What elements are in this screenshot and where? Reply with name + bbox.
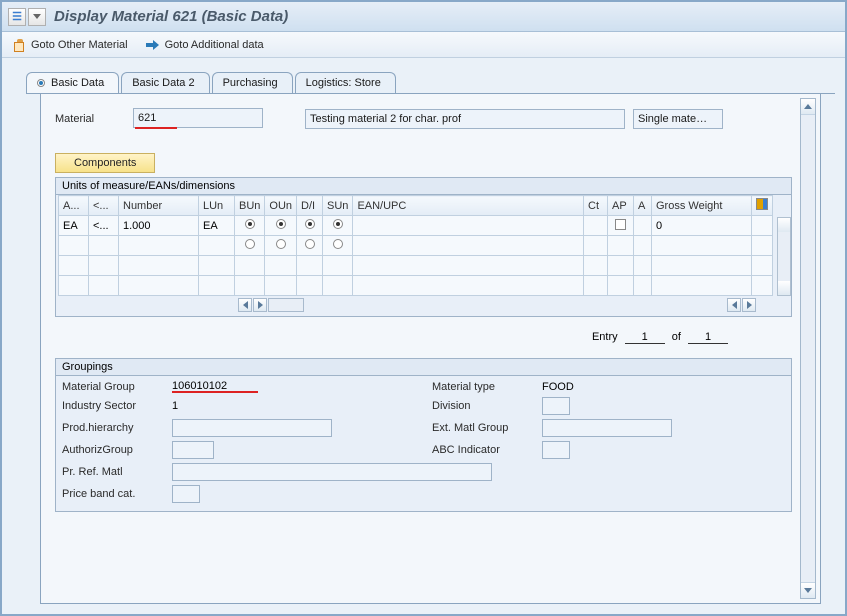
col-gross[interactable]: Gross Weight [652, 196, 752, 216]
authoriz-group-field[interactable] [172, 441, 214, 459]
uom-table: A... <... Number LUn BUn OUn D/I SUn EAN… [58, 195, 773, 296]
scroll-right-end-icon[interactable] [742, 298, 756, 312]
table-vertical-scrollbar[interactable] [777, 217, 791, 296]
col-oun[interactable]: OUn [265, 196, 297, 216]
price-band-cat-label: Price band cat. [62, 488, 172, 500]
table-horizontal-scrollbar [58, 298, 773, 312]
cell-number[interactable]: 1.000 [119, 216, 199, 236]
abc-indicator-field[interactable] [542, 441, 570, 459]
table-row[interactable]: EA <... 1.000 EA [59, 216, 773, 236]
uom-groupbox-title: Units of measure/EANs/dimensions [56, 178, 791, 195]
cell-gross[interactable]: 0 [652, 216, 752, 236]
division-label: Division [432, 400, 542, 412]
pr-ref-matl-field[interactable] [172, 463, 492, 481]
abc-indicator-label: ABC Indicator [432, 444, 542, 456]
entry-current: 1 [625, 331, 665, 344]
scroll-down-icon[interactable] [801, 582, 815, 598]
goto-other-material-button[interactable]: Goto Other Material [12, 38, 128, 52]
cell-ct[interactable] [584, 216, 608, 236]
prod-hierarchy-label: Prod.hierarchy [62, 422, 172, 434]
col-config[interactable] [752, 196, 773, 216]
material-description-field[interactable]: Testing material 2 for char. prof [305, 109, 625, 129]
panel-vertical-scrollbar[interactable] [800, 98, 816, 599]
material-header-row: Material 621 Testing material 2 for char… [55, 108, 792, 129]
col-a[interactable]: A... [59, 196, 89, 216]
col-lun[interactable]: LUn [199, 196, 235, 216]
col-di[interactable]: D/I [297, 196, 323, 216]
material-group-label: Material Group [62, 381, 172, 393]
price-band-cat-field[interactable] [172, 485, 200, 503]
col-sun[interactable]: SUn [323, 196, 353, 216]
cell-ean[interactable] [353, 216, 584, 236]
industry-sector-value: 1 [172, 400, 372, 412]
cell-sun[interactable] [323, 216, 353, 236]
folder-icon [12, 38, 26, 52]
material-mode-field[interactable]: Single mate… [633, 109, 723, 129]
scroll-left-end-icon[interactable] [727, 298, 741, 312]
tab-logistics-store[interactable]: Logistics: Store [295, 72, 396, 93]
components-button[interactable]: Components [55, 153, 155, 173]
material-type-label: Material type [432, 381, 542, 393]
col-bun[interactable]: BUn [235, 196, 265, 216]
entry-total: 1 [688, 331, 728, 344]
cell-bun[interactable] [235, 216, 265, 236]
cell-lt[interactable]: <... [89, 216, 119, 236]
uom-groupbox: Units of measure/EANs/dimensions A... <.… [55, 177, 792, 317]
col-number[interactable]: Number [119, 196, 199, 216]
sap-menu-icon[interactable]: ☰ [8, 8, 26, 26]
goto-additional-data-button[interactable]: Goto Additional data [146, 39, 264, 51]
industry-sector-label: Industry Sector [62, 400, 172, 412]
cell-oun[interactable] [265, 216, 297, 236]
arrow-right-icon [146, 39, 160, 51]
material-label: Material [55, 113, 125, 125]
system-icons: ☰ [8, 8, 46, 26]
cell-aflag[interactable] [634, 216, 652, 236]
scroll-down-icon[interactable] [778, 281, 790, 295]
tab-basic-data[interactable]: Basic Data [26, 72, 119, 93]
col-ct[interactable]: Ct [584, 196, 608, 216]
division-field[interactable] [542, 397, 570, 415]
material-group-value: 106010102 [172, 380, 227, 392]
cell-di[interactable] [297, 216, 323, 236]
app-window: ☰ Display Material 621 (Basic Data) Goto… [0, 0, 847, 616]
scroll-track[interactable] [268, 298, 304, 312]
scroll-right-icon[interactable] [253, 298, 267, 312]
window-title: Display Material 621 (Basic Data) [54, 8, 288, 25]
cell-lun[interactable]: EA [199, 216, 235, 236]
table-row[interactable] [59, 276, 773, 296]
pr-ref-matl-label: Pr. Ref. Matl [62, 466, 172, 478]
cell-a[interactable]: EA [59, 216, 89, 236]
ext-matl-group-field[interactable] [542, 419, 672, 437]
highlight-underline [135, 127, 177, 129]
table-row[interactable] [59, 236, 773, 256]
cell-ap[interactable] [608, 216, 634, 236]
dropdown-icon[interactable] [28, 8, 46, 26]
col-lt[interactable]: <... [89, 196, 119, 216]
tab-content: Material 621 Testing material 2 for char… [40, 94, 821, 604]
app-toolbar: Goto Other Material Goto Additional data [2, 32, 845, 58]
groupings-title: Groupings [56, 359, 791, 376]
col-aflag[interactable]: A [634, 196, 652, 216]
col-ap[interactable]: AP [608, 196, 634, 216]
material-type-value: FOOD [542, 381, 682, 393]
col-ean[interactable]: EAN/UPC [353, 196, 584, 216]
prod-hierarchy-field[interactable] [172, 419, 332, 437]
ext-matl-group-label: Ext. Matl Group [432, 422, 542, 434]
material-number-field[interactable]: 621 [133, 108, 263, 128]
table-settings-icon [756, 198, 768, 210]
tab-strip: Basic Data Basic Data 2 Purchasing Logis… [2, 58, 845, 604]
tab-purchasing[interactable]: Purchasing [212, 72, 293, 93]
authoriz-group-label: AuthorizGroup [62, 444, 172, 456]
tab-basic-data-2[interactable]: Basic Data 2 [121, 72, 209, 93]
scroll-up-icon[interactable] [778, 218, 790, 232]
table-row[interactable] [59, 256, 773, 276]
radio-icon [37, 79, 45, 87]
title-bar: ☰ Display Material 621 (Basic Data) [2, 2, 845, 32]
groupings-groupbox: Groupings Material Group 106010102 Mater… [55, 358, 792, 512]
scroll-left-icon[interactable] [238, 298, 252, 312]
entry-counter: Entry 1 of 1 [55, 317, 792, 354]
scroll-up-icon[interactable] [801, 99, 815, 115]
